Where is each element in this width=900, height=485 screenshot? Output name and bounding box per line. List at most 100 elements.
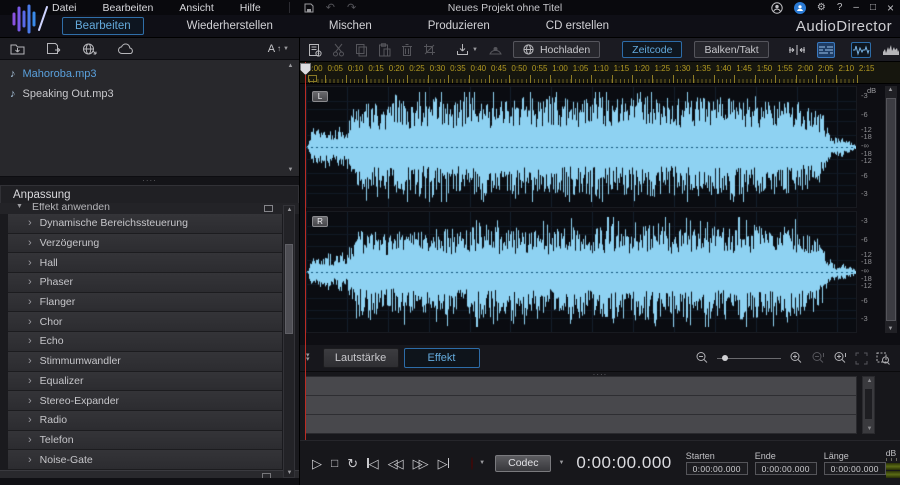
go-to-end-button[interactable]: ▷ <box>438 457 450 470</box>
panel-splitter-handle[interactable]: ···· <box>0 177 299 185</box>
redo-icon[interactable]: ↷ <box>347 2 356 13</box>
tab-volume[interactable]: Lautstärke <box>322 348 399 368</box>
tab-produzieren[interactable]: Produzieren <box>415 17 503 35</box>
adjust-settings-icon[interactable] <box>308 43 322 57</box>
fit-to-window-icon[interactable] <box>855 352 868 365</box>
go-to-start-button[interactable]: ◁ <box>367 457 379 470</box>
menu-item-datei[interactable]: Datei <box>52 2 77 14</box>
field-value[interactable]: 0:00:00.000 <box>754 462 817 475</box>
left-channel-badge[interactable]: L <box>312 91 328 102</box>
scroll-up-icon[interactable]: ▲ <box>863 378 876 384</box>
directorzone-icon[interactable] <box>793 1 806 14</box>
effect-item-equalizer[interactable]: › Equalizer <box>8 371 282 392</box>
file-list-scrollbar[interactable]: ▲ ▼ <box>285 63 296 173</box>
maximize-button[interactable]: □ <box>870 2 876 13</box>
waveform-canvas-right[interactable] <box>306 212 856 332</box>
save-icon[interactable] <box>304 3 314 13</box>
copy-icon[interactable] <box>355 43 368 57</box>
effect-item-telefon[interactable]: › Telefon <box>8 430 282 451</box>
settings-gear-icon[interactable]: ⚙ <box>817 2 826 13</box>
stop-button[interactable]: □ <box>331 456 338 470</box>
timecode-toggle-button[interactable]: Zeitcode <box>622 41 683 58</box>
effect-item-noise-gate[interactable]: › Noise-Gate <box>8 450 282 470</box>
minimize-button[interactable]: – <box>853 2 859 13</box>
marker-dropdown-icon[interactable]: ▼ <box>456 43 478 56</box>
scroll-down-icon[interactable]: ▼ <box>863 426 876 432</box>
waveform-canvas-left[interactable] <box>306 87 856 207</box>
account-icon[interactable] <box>771 1 783 14</box>
effect-item-radio[interactable]: › Radio <box>8 410 282 431</box>
fade-tool-icon[interactable] <box>787 42 807 58</box>
cut-icon[interactable] <box>332 43 345 57</box>
close-button[interactable]: × <box>887 2 894 14</box>
zoom-to-selection-icon[interactable] <box>876 351 890 365</box>
effect-track-row[interactable] <box>306 415 856 433</box>
upload-button[interactable]: Hochladen <box>512 41 601 58</box>
import-media-icon[interactable] <box>10 42 25 55</box>
effect-item-stimmumwandler[interactable]: › Stimmumwandler <box>8 351 282 372</box>
region-start-marker[interactable] <box>308 75 317 82</box>
fast-forward-button[interactable]: ▷▷ <box>413 457 429 470</box>
field-value[interactable]: 0:00:00.000 <box>685 462 748 475</box>
zoom-in-horizontal-icon[interactable] <box>789 351 803 365</box>
vertical-scrollbar[interactable]: ▲ ▼ <box>885 86 897 333</box>
effect-item-flanger[interactable]: › Flanger <box>8 292 282 313</box>
tab-wiederherstellen[interactable]: Wiederherstellen <box>174 17 286 35</box>
undo-icon[interactable]: ↶ <box>326 2 335 13</box>
effect-item-echo[interactable]: › Echo <box>8 332 282 352</box>
trim-icon[interactable] <box>423 43 436 56</box>
playhead-line[interactable] <box>305 62 306 440</box>
cloud-icon[interactable] <box>118 42 135 55</box>
help-icon[interactable]: ? <box>837 2 843 13</box>
timeline-ruler[interactable]: 0:00 0:05 0:10 0:15 0:20 0:25 0:30 0:35 0:40 0:45… <box>300 62 900 84</box>
effects-scrollbar[interactable]: ▲ ▼ <box>283 205 295 478</box>
right-channel-display[interactable]: R <box>305 211 857 333</box>
right-channel-badge[interactable]: R <box>312 216 328 227</box>
auphonic-icon[interactable] <box>488 43 503 56</box>
loop-button[interactable]: ↻ <box>347 457 358 470</box>
scroll-up-icon[interactable]: ▲ <box>284 207 295 213</box>
scroll-up-icon[interactable]: ▲ <box>885 87 896 93</box>
menu-item-ansicht[interactable]: Ansicht <box>179 2 213 14</box>
keyframe-panel-icon[interactable] <box>816 41 835 58</box>
zoom-out-vertical-icon[interactable] <box>811 351 825 365</box>
collapse-tracks-icon[interactable]: ▾ ▾ <box>306 352 310 363</box>
zoom-slider-handle[interactable] <box>722 355 728 361</box>
waveform-view-icon[interactable] <box>850 41 871 58</box>
effect-item-verz-gerung[interactable]: › Verzögerung <box>8 233 282 254</box>
zoom-slider[interactable] <box>717 355 781 361</box>
download-from-web-icon[interactable] <box>82 42 97 56</box>
scrollbar-thumb[interactable] <box>285 244 293 334</box>
field-value[interactable]: 0:00:00.000 <box>823 462 886 475</box>
file-item-mahoroba-mp3[interactable]: ♪ Mahoroba.mp3 <box>0 64 299 84</box>
spectral-view-icon[interactable] <box>881 42 900 58</box>
scroll-up-icon[interactable]: ▲ <box>285 63 296 69</box>
scroll-down-icon[interactable]: ▼ <box>284 470 295 476</box>
effect-item-dynamische-bereichssteuerung[interactable]: › Dynamische Bereichssteuerung <box>8 214 282 234</box>
effect-item-stereo-expander[interactable]: › Stereo-Expander <box>8 391 282 411</box>
record-options-icon[interactable]: ▼ <box>479 460 485 466</box>
effect-item-phaser[interactable]: › Phaser <box>8 273 282 293</box>
bars-beats-toggle-button[interactable]: Balken/Takt <box>694 41 769 58</box>
codec-dropdown-icon[interactable]: ▼ <box>558 460 564 466</box>
zoom-in-vertical-icon[interactable] <box>833 351 847 365</box>
tab-cd-erstellen[interactable]: CD erstellen <box>533 17 622 35</box>
collapse-panel-icon[interactable] <box>264 205 273 212</box>
delete-icon[interactable] <box>401 43 413 57</box>
effect-item-chor[interactable]: › Chor <box>8 312 282 333</box>
scroll-down-icon[interactable]: ▼ <box>885 326 896 332</box>
effect-item-hall[interactable]: › Hall <box>8 253 282 274</box>
effect-track-row[interactable] <box>306 377 856 396</box>
scrollbar-thumb[interactable] <box>886 98 896 321</box>
scrollbar-thumb[interactable] <box>865 389 872 419</box>
effect-panel-scrollbar[interactable]: ▲ ▼ <box>862 376 875 434</box>
export-file-icon[interactable] <box>46 42 61 55</box>
effect-track-row[interactable] <box>306 396 856 415</box>
scroll-down-icon[interactable]: ▼ <box>285 167 296 173</box>
menu-item-hilfe[interactable]: Hilfe <box>240 2 261 14</box>
file-item-speaking-out-mp3[interactable]: ♪ Speaking Out.mp3 <box>0 84 299 104</box>
left-channel-display[interactable]: L <box>305 86 857 208</box>
effect-track-lanes[interactable] <box>305 376 857 434</box>
zoom-out-horizontal-icon[interactable] <box>695 351 709 365</box>
effects-section-header[interactable]: ▼ Effekt anwenden <box>0 203 299 214</box>
